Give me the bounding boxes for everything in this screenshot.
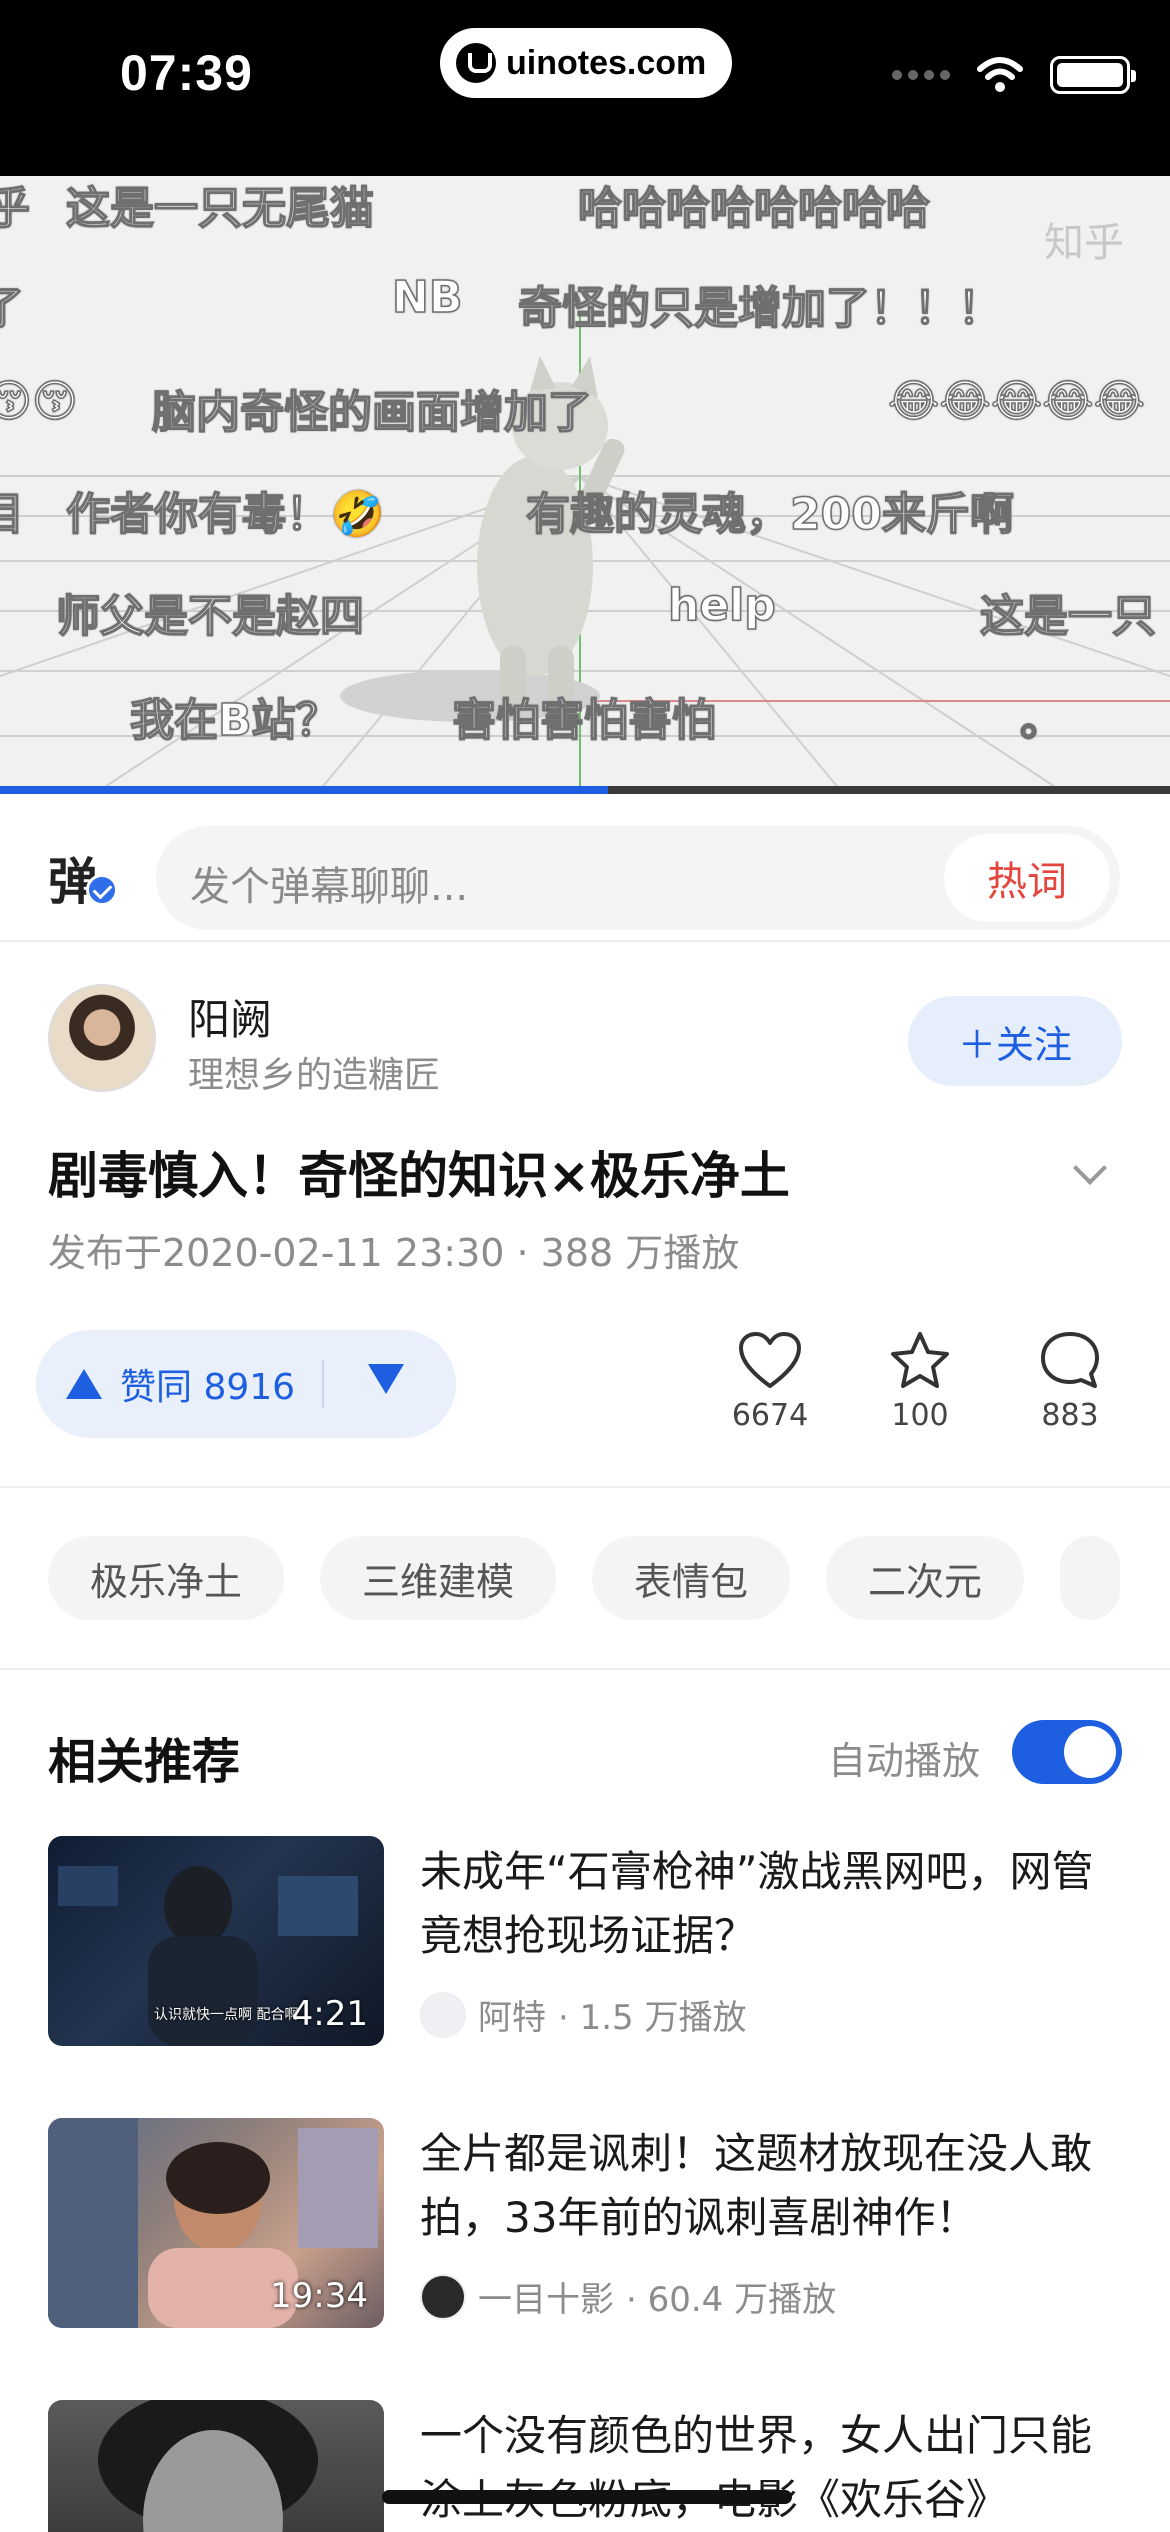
danmaku-comment: 这是一只无尾猫 xyxy=(65,182,375,235)
danmaku-comment: 目 xyxy=(0,488,25,541)
author-avatar xyxy=(420,2273,466,2320)
video-player[interactable]: 知乎 乎 这是一只无尾猫 哈哈哈哈哈哈哈哈 了 NB 奇怪的只是增加了！！！ 😚… xyxy=(0,176,1170,790)
related-video-author: 一目十影 xyxy=(478,2280,614,2320)
related-video-title: 一个没有颜色的世界，女人出门只能涂上灰色粉底，电影《欢乐谷》 xyxy=(420,2411,1093,2524)
video-watermark: 知乎 xyxy=(1044,220,1124,266)
upvote-button[interactable]: 赞同 8916 xyxy=(66,1354,295,1414)
related-video-author: 阿特 xyxy=(478,1998,546,2038)
danmaku-input-placeholder: 发个弹幕聊聊... xyxy=(190,864,469,910)
status-time: 07:39 xyxy=(120,45,253,101)
comment-button[interactable]: 883 xyxy=(1010,1330,1130,1433)
url-text: uinotes.com xyxy=(506,43,707,82)
author-row: 阳阙 理想乡的造糖匠 ＋关注 xyxy=(0,980,1170,1100)
danmaku-comment: help xyxy=(667,579,776,632)
danmaku-comment: 师父是不是赵四 xyxy=(55,590,365,643)
status-icons xyxy=(892,56,1136,94)
related-video-title: 全片都是讽刺！这题材放现在没人敢拍，33年前的讽刺喜剧神作！ xyxy=(420,2129,1093,2242)
video-thumbnail[interactable]: 19:34 xyxy=(48,2118,384,2328)
related-video-meta: 阿特 · 1.5 万播放 xyxy=(420,1990,747,2039)
danmaku-comment: 有趣的灵魂，200来斤啊 xyxy=(525,488,1014,541)
site-logo-icon xyxy=(456,43,496,83)
related-video-item[interactable]: 19:34 全片都是讽刺！这题材放现在没人敢拍，33年前的讽刺喜剧神作！ 一目十… xyxy=(48,2118,1128,2330)
check-icon xyxy=(86,874,118,906)
thumbnail-subtitle: 认识就快一点啊 配合啊 xyxy=(154,2007,299,2023)
tag-list: 极乐净土 三维建模 表情包 二次元 xyxy=(48,1536,1121,1620)
upvote-label: 赞同 8916 xyxy=(120,1367,296,1408)
danmaku-comment: 害怕害怕害怕 xyxy=(451,694,717,747)
status-bar: 07:39 uinotes.com xyxy=(0,0,1170,176)
danmaku-comment: 脑内奇怪的画面增加了 xyxy=(151,386,593,439)
heart-icon xyxy=(739,1332,801,1388)
danmaku-comment: 😂😂😂😂😂 xyxy=(887,375,1146,428)
downvote-button[interactable] xyxy=(368,1364,404,1394)
danmaku-comment: 。 xyxy=(1019,694,1065,747)
thumbnail-scene xyxy=(98,2400,318,2532)
related-video-meta: 一目十影 · 60.4 万播放 xyxy=(420,2272,836,2321)
comment-bubble-icon xyxy=(1041,1332,1099,1388)
danmaku-bar: 弹 发个弹幕聊聊... 热词 xyxy=(0,812,1170,942)
video-progress-fill xyxy=(0,786,609,794)
related-video-title: 未成年“石膏枪神”激战黑网吧，网管竟想抢现场证据？ xyxy=(420,1847,1094,1960)
video-duration: 4:21 xyxy=(291,1994,368,2034)
autoplay-toggle[interactable] xyxy=(1012,1720,1122,1784)
related-video-item[interactable]: 认识就快一点啊 配合啊 4:21 未成年“石膏枪神”激战黑网吧，网管竟想抢现场证… xyxy=(48,1836,1128,2048)
hot-words-button[interactable]: 热词 xyxy=(944,834,1110,922)
author-avatar[interactable] xyxy=(48,984,156,1092)
related-heading: 相关推荐 xyxy=(48,1734,241,1790)
video-thumbnail[interactable] xyxy=(48,2400,384,2532)
danmaku-comment: 作者你有毒！🤣 xyxy=(65,488,385,541)
favorite-button[interactable]: 100 xyxy=(860,1330,980,1433)
comment-count: 883 xyxy=(1041,1398,1099,1433)
author-name[interactable]: 阳阙 xyxy=(188,986,272,1047)
tag-chip-partial[interactable] xyxy=(1060,1536,1121,1620)
like-button[interactable]: 6674 xyxy=(710,1330,830,1433)
favorite-count: 100 xyxy=(891,1398,949,1433)
tag-chip[interactable]: 表情包 xyxy=(592,1536,791,1620)
danmaku-comment: 😚😚 xyxy=(0,375,78,428)
danmaku-comment: 奇怪的只是增加了！！！ xyxy=(517,282,1003,335)
danmaku-input[interactable]: 发个弹幕聊聊... 热词 xyxy=(156,826,1120,930)
battery-icon xyxy=(1050,56,1136,94)
video-duration: 19:34 xyxy=(270,2276,368,2316)
author-avatar xyxy=(420,1991,466,2038)
related-video-plays: · 1.5 万播放 xyxy=(558,1998,747,2038)
signal-dots-icon xyxy=(892,70,950,80)
tag-chip[interactable]: 极乐净土 xyxy=(48,1536,285,1620)
danmaku-comment: 了 xyxy=(0,282,25,335)
url-pill[interactable]: uinotes.com xyxy=(440,28,732,98)
star-icon xyxy=(891,1332,949,1388)
danmaku-comment: 哈哈哈哈哈哈哈哈 xyxy=(577,182,931,235)
related-video-plays: · 60.4 万播放 xyxy=(626,2280,837,2320)
section-divider xyxy=(0,1668,1170,1670)
danmaku-comment: 我在B站？ xyxy=(129,694,340,747)
danmaku-toggle-button[interactable]: 弹 xyxy=(48,842,118,912)
like-count: 6674 xyxy=(731,1398,809,1433)
chevron-down-icon[interactable] xyxy=(1073,1151,1107,1185)
wifi-icon xyxy=(977,57,1023,92)
autoplay-label: 自动播放 xyxy=(827,1739,980,1783)
danmaku-comment: 这是一只 xyxy=(979,590,1157,643)
section-divider xyxy=(0,1486,1170,1488)
related-video-item[interactable]: 一个没有颜色的世界，女人出门只能涂上灰色粉底，电影《欢乐谷》 xyxy=(48,2400,1128,2532)
video-meta: 发布于2020-02-11 23:30 · 388 万播放 xyxy=(48,1231,740,1275)
tag-chip[interactable]: 二次元 xyxy=(826,1536,1025,1620)
vote-divider xyxy=(322,1360,324,1408)
home-indicator[interactable] xyxy=(382,2490,792,2504)
vote-control: 赞同 8916 xyxy=(36,1330,456,1438)
video-title: 剧毒慎入！奇怪的知识×极乐净土 xyxy=(48,1147,790,1205)
danmaku-comment: 乎 xyxy=(0,182,31,235)
tag-chip[interactable]: 三维建模 xyxy=(320,1536,557,1620)
triangle-up-icon xyxy=(66,1369,102,1399)
video-progress-bar[interactable] xyxy=(0,786,1170,794)
danmaku-comment: NB xyxy=(391,271,463,324)
follow-button[interactable]: ＋关注 xyxy=(908,996,1122,1086)
author-subtitle: 理想乡的造糖匠 xyxy=(188,1055,441,1096)
video-thumbnail[interactable]: 认识就快一点啊 配合啊 4:21 xyxy=(48,1836,384,2046)
